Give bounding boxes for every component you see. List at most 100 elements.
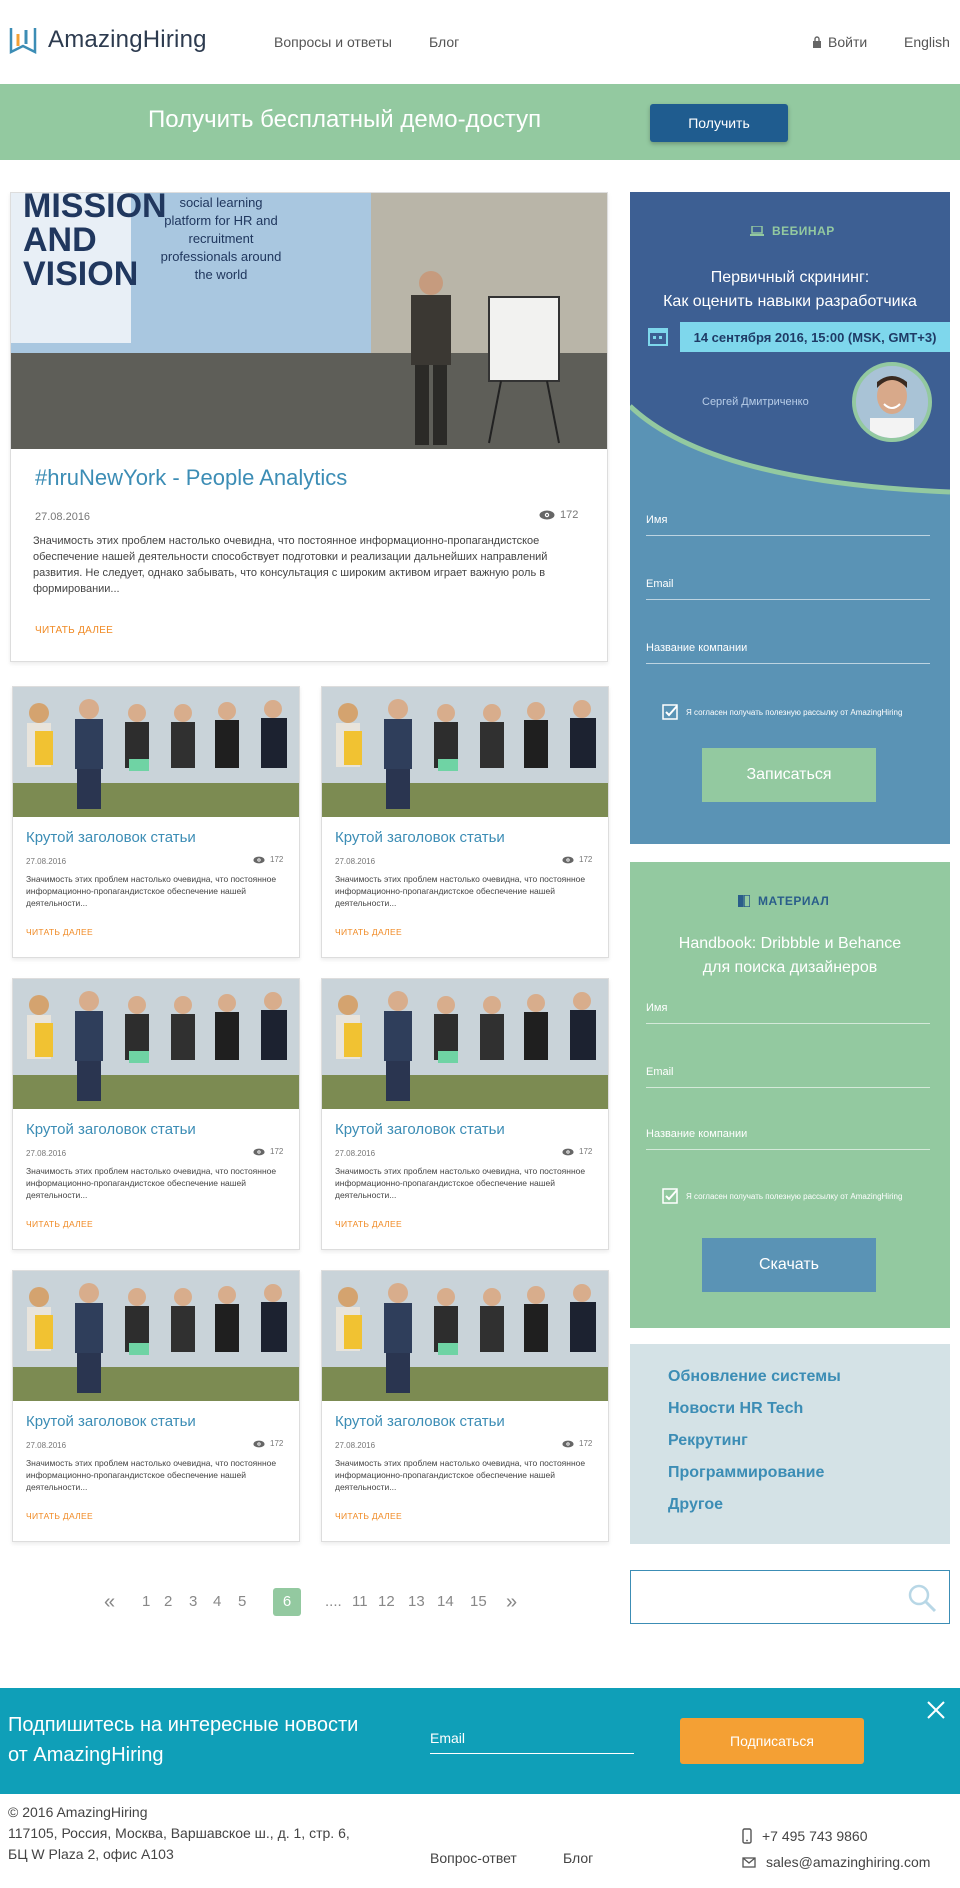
webinar-consent-checkbox[interactable]: Я согласен получать полезную рассылку от… [662,704,902,720]
site-footer: © 2016 AmazingHiring 117105, Россия, Мос… [0,1794,960,1888]
post-card-title[interactable]: Крутой заголовок статьи [26,1121,196,1138]
page-prev-button[interactable]: « [104,1588,115,1616]
pagination: « 1 2 3 4 5 6 .... 11 12 13 14 15 » [0,1588,610,1616]
get-demo-button[interactable]: Получить [650,104,788,142]
featured-post[interactable]: MISSION AND VISION social learning platf… [10,192,608,662]
material-tag: МАТЕРИАЛ [738,894,829,908]
post-card-image [322,979,608,1109]
lock-icon [813,36,821,48]
post-card-read-more-link[interactable]: ЧИТАТЬ ДАЛЕЕ [335,1511,402,1521]
nav-faq[interactable]: Вопросы и ответы [274,34,392,50]
post-card[interactable]: Крутой заголовок статьи 27.08.2016 172 З… [321,1270,609,1542]
caption-line-4: professionals around [161,249,282,264]
login-label: Войти [828,34,868,50]
post-card[interactable]: Крутой заголовок статьи 27.08.2016 172 З… [321,686,609,958]
post-card-title[interactable]: Крутой заголовок статьи [335,1413,505,1430]
post-card-excerpt: Значимость этих проблем настолько очевид… [335,1458,586,1492]
search-input[interactable] [641,1581,881,1613]
speaker-avatar [852,362,932,442]
people-photo [13,1271,299,1401]
checkbox-checked-icon [662,1188,678,1204]
post-card-read-more-link[interactable]: ЧИТАТЬ ДАЛЕЕ [26,1511,93,1521]
language-switch[interactable]: English [904,34,950,50]
page-link-1[interactable]: 1 [142,1588,150,1616]
material-title: Handbook: Dribbble и Behance для поиска … [630,932,950,980]
footer-email-address: sales@amazinghiring.com [766,1854,931,1870]
post-card-read-more-link[interactable]: ЧИТАТЬ ДАЛЕЕ [26,1219,93,1229]
post-card-views: 172 [253,855,283,864]
checkbox-checked-icon [662,704,678,720]
webinar-email-field[interactable]: Email [646,572,930,600]
webinar-signup-box: ВЕБИНАР Первичный скрининг: Как оценить … [630,192,950,844]
category-list: Обновление системы Новости HR Tech Рекру… [630,1344,950,1544]
logo[interactable]: AmazingHiring [8,22,207,58]
category-other[interactable]: Другое [668,1496,723,1514]
footer-link-blog[interactable]: Блог [563,1850,593,1866]
material-company-field[interactable]: Название компании [646,1122,930,1150]
post-card-read-more-link[interactable]: ЧИТАТЬ ДАЛЕЕ [26,927,93,937]
post-card-title[interactable]: Крутой заголовок статьи [335,829,505,846]
material-name-field[interactable]: Имя [646,996,930,1024]
post-card-date: 27.08.2016 [335,1149,376,1158]
category-programming[interactable]: Программирование [668,1464,824,1482]
newsletter-bar: Подпишитесь на интересные новости от Ama… [0,1688,960,1794]
nav-blog[interactable]: Блог [429,34,459,50]
people-photo [322,687,608,817]
material-consent-checkbox[interactable]: Я согласен получать полезную рассылку от… [662,1188,902,1204]
post-card-read-more-link[interactable]: ЧИТАТЬ ДАЛЕЕ [335,927,402,937]
category-system-updates[interactable]: Обновление системы [668,1368,841,1386]
webinar-company-field[interactable]: Название компании [646,636,930,664]
page-link-14[interactable]: 14 [437,1588,454,1616]
page-link-6-active[interactable]: 6 [273,1588,301,1616]
consent-label: Я согласен получать полезную рассылку от… [686,707,903,717]
post-card[interactable]: Крутой заголовок статьи 27.08.2016 172 З… [12,978,300,1250]
featured-post-title[interactable]: #hruNewYork - People Analytics [35,465,347,491]
newsletter-email-field[interactable]: Email [430,1722,634,1754]
email-field-label: Email [646,578,674,590]
page-link-15[interactable]: 15 [470,1588,487,1616]
eye-icon [562,856,574,863]
post-card-image [13,979,299,1109]
search-icon[interactable] [907,1583,937,1613]
post-card-title[interactable]: Крутой заголовок статьи [335,1121,505,1138]
webinar-name-field[interactable]: Имя [646,508,930,536]
post-card-title[interactable]: Крутой заголовок статьи [26,829,196,846]
page-link-2[interactable]: 2 [164,1588,172,1616]
footer-address-line-1: 117105, Россия, Москва, Варшавское ш., д… [8,1825,350,1841]
footer-address-block: © 2016 AmazingHiring 117105, Россия, Мос… [8,1802,350,1865]
post-card[interactable]: Крутой заголовок статьи 27.08.2016 172 З… [12,1270,300,1542]
post-card-views: 172 [562,1147,592,1156]
page-link-11[interactable]: 11 [352,1588,368,1616]
post-card[interactable]: Крутой заголовок статьи 27.08.2016 172 З… [321,978,609,1250]
post-card-title[interactable]: Крутой заголовок статьи [26,1413,196,1430]
category-hr-tech-news[interactable]: Новости HR Tech [668,1400,803,1418]
caption-line-2: platform for HR and [164,213,277,228]
page-link-12[interactable]: 12 [378,1588,395,1616]
newsletter-subscribe-button[interactable]: Подписаться [680,1718,864,1764]
featured-read-more-link[interactable]: ЧИТАТЬ ДАЛЕЕ [35,625,113,636]
page-link-3[interactable]: 3 [189,1588,197,1616]
footer-link-faq[interactable]: Вопрос-ответ [430,1850,517,1866]
eye-icon [562,1148,574,1155]
footer-phone[interactable]: +7 495 743 9860 [742,1828,868,1844]
footer-email[interactable]: sales@amazinghiring.com [742,1854,930,1870]
company-field-label: Название компании [646,642,748,654]
and-text: AND [23,221,97,259]
caption-line-1: social learning [179,195,262,210]
material-email-field[interactable]: Email [646,1060,930,1088]
page-link-4[interactable]: 4 [213,1588,221,1616]
people-photo [322,979,608,1109]
webinar-register-button[interactable]: Записаться [702,748,876,802]
post-card-read-more-link[interactable]: ЧИТАТЬ ДАЛЕЕ [335,1219,402,1229]
page-link-5[interactable]: 5 [238,1588,246,1616]
page-link-13[interactable]: 13 [408,1588,425,1616]
material-download-button[interactable]: Скачать [702,1238,876,1292]
page-next-button[interactable]: » [506,1588,517,1616]
post-card[interactable]: Крутой заголовок статьи 27.08.2016 172 З… [12,686,300,958]
category-recruiting[interactable]: Рекрутинг [668,1432,748,1450]
calendar-icon [648,328,668,346]
webinar-title-line-1: Первичный скрининг: [710,269,870,286]
eye-icon [539,510,555,520]
login-link[interactable]: Войти [812,34,867,50]
close-icon[interactable] [926,1700,946,1720]
